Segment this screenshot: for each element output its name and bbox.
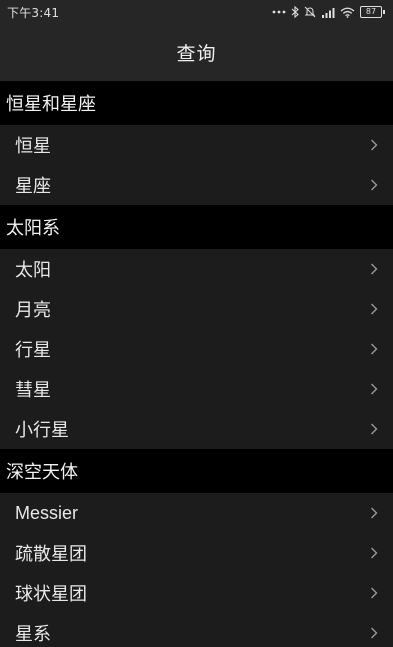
status-icons: 87 <box>272 6 385 18</box>
list-item-label: 球状星团 <box>15 584 87 605</box>
chevron-right-icon <box>370 300 378 319</box>
battery-icon: 87 <box>360 6 385 18</box>
chevron-right-icon <box>370 176 378 195</box>
battery-level: 87 <box>360 6 382 18</box>
list-item-label: 彗星 <box>15 380 51 401</box>
chevron-right-icon <box>370 624 378 643</box>
list-item-label: 太阳 <box>15 260 51 281</box>
list-item-label: 疏散星团 <box>15 544 87 565</box>
wifi-icon <box>340 7 355 18</box>
chevron-right-icon <box>370 380 378 399</box>
chevron-right-icon <box>370 584 378 603</box>
list-item-constellations[interactable]: 星座 <box>0 165 393 205</box>
list-item-label: 星系 <box>15 624 51 645</box>
status-bar: 下午3:41 87 <box>0 0 393 24</box>
page-title: 查询 <box>176 43 217 65</box>
app-bar: 查询 <box>0 24 393 81</box>
list-item-label: 小行星 <box>15 420 69 441</box>
list-item-globular-clusters[interactable]: 球状星团 <box>0 573 393 613</box>
chevron-right-icon <box>370 340 378 359</box>
list-item-messier[interactable]: Messier <box>0 493 393 533</box>
chevron-right-icon <box>370 260 378 279</box>
section-header-deep-sky: 深空天体 <box>0 449 393 493</box>
list-item-label: 星座 <box>15 176 51 197</box>
list-item-open-clusters[interactable]: 疏散星团 <box>0 533 393 573</box>
list-item-label: 行星 <box>15 340 51 361</box>
bluetooth-icon <box>291 6 299 18</box>
signal-icon <box>321 7 335 18</box>
list-item-moon[interactable]: 月亮 <box>0 289 393 329</box>
list-item-planets[interactable]: 行星 <box>0 329 393 369</box>
list-item-label: Messier <box>15 502 79 523</box>
list-item-label: 月亮 <box>15 300 51 321</box>
list-item-sun[interactable]: 太阳 <box>0 249 393 289</box>
list-item-label: 恒星 <box>15 136 51 157</box>
status-time: 下午3:41 <box>7 5 60 20</box>
section-header-solar-system: 太阳系 <box>0 205 393 249</box>
list-item-galaxies[interactable]: 星系 <box>0 613 393 647</box>
list-item-comets[interactable]: 彗星 <box>0 369 393 409</box>
chevron-right-icon <box>370 544 378 563</box>
list-item-asteroids[interactable]: 小行星 <box>0 409 393 449</box>
list-item-stars[interactable]: 恒星 <box>0 125 393 165</box>
query-list: 恒星和星座 恒星 星座 太阳系 太阳 月亮 行星 彗星 小行星 深空天体 Mes… <box>0 81 393 647</box>
chevron-right-icon <box>370 420 378 439</box>
screen: 下午3:41 87 查询 恒星和星座 恒星 星座 太阳系 太阳 月亮 行星 彗星… <box>0 0 393 647</box>
mute-icon <box>304 6 316 18</box>
chevron-right-icon <box>370 504 378 523</box>
section-header-stars-constellations: 恒星和星座 <box>0 81 393 125</box>
chevron-right-icon <box>370 136 378 155</box>
more-dots-icon <box>272 10 286 14</box>
